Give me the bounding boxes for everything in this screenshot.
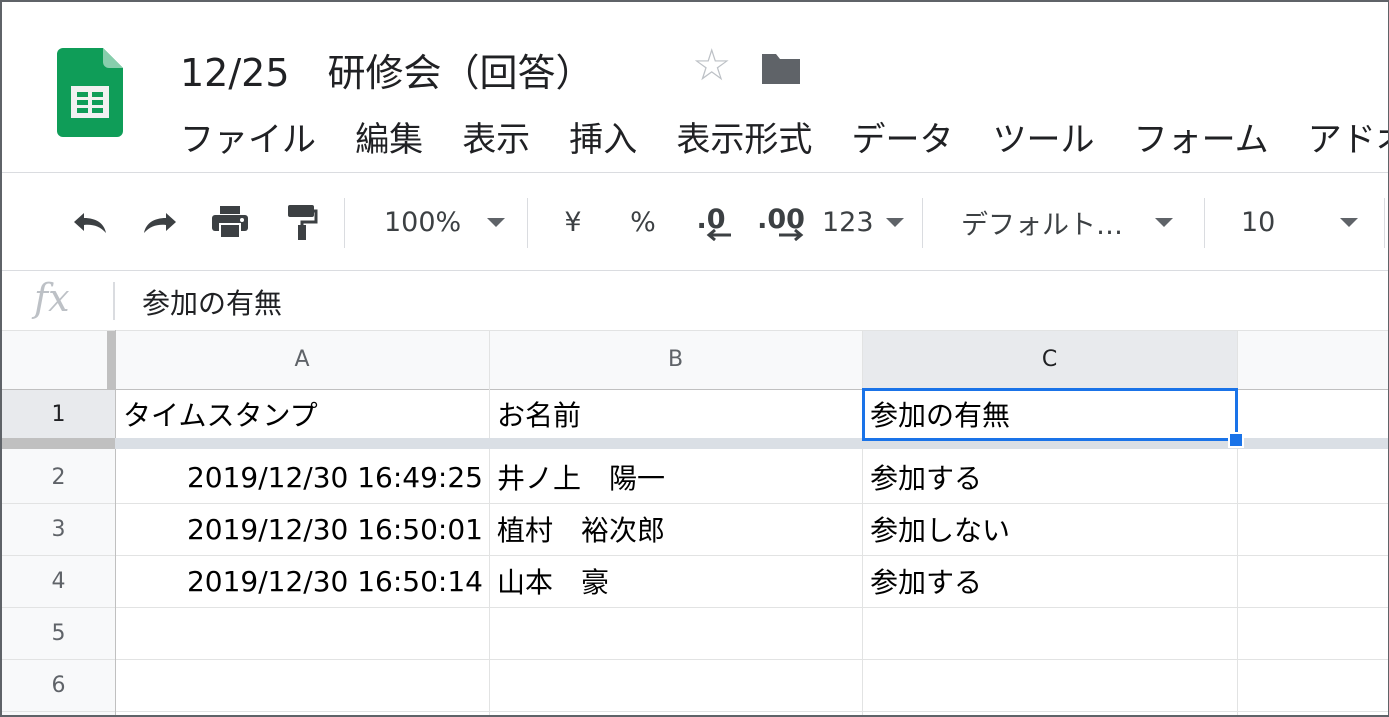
zoom-select[interactable]: 100% (372, 192, 517, 252)
menu-form[interactable]: フォーム (1134, 112, 1269, 161)
paint-format-button[interactable] (274, 192, 326, 252)
cell-a1[interactable]: タイムスタンプ (115, 389, 489, 439)
grid-line (2, 711, 1388, 712)
cell-c4[interactable]: 参加する (862, 555, 1237, 607)
star-icon[interactable]: ☆ (692, 44, 731, 88)
column-header-c[interactable]: C (862, 330, 1237, 389)
increase-decimal-button[interactable]: .00 (752, 192, 810, 252)
spreadsheet-grid: A B C 1 2 3 4 5 6 タイムスタンプ お名前 参加の有無 2019… (2, 330, 1388, 715)
row-header-4[interactable]: 4 (2, 555, 115, 607)
toolbar-separator (1204, 198, 1205, 248)
column-header-a[interactable]: A (115, 330, 489, 389)
cell-c3[interactable]: 参加しない (862, 503, 1237, 555)
toolbar-separator (344, 198, 345, 248)
cell-c2[interactable]: 参加する (862, 451, 1237, 503)
select-all-corner[interactable] (2, 330, 115, 389)
cell-b4[interactable]: 山本 豪 (489, 555, 862, 607)
formula-input[interactable]: 参加の有無 (142, 282, 282, 322)
undo-button[interactable] (64, 192, 116, 252)
redo-button[interactable] (134, 192, 186, 252)
row-header-2[interactable]: 2 (2, 451, 115, 503)
cell-b2[interactable]: 井ノ上 陽一 (489, 451, 862, 503)
cell-b1[interactable]: お名前 (489, 389, 862, 439)
currency-label: ¥ (564, 206, 582, 238)
divider (2, 172, 1388, 173)
zoom-value: 100% (384, 206, 462, 238)
column-header-b[interactable]: B (489, 330, 862, 389)
sheets-logo-icon[interactable] (57, 48, 123, 137)
chevron-down-icon (1340, 217, 1358, 227)
currency-button[interactable]: ¥ (550, 192, 596, 252)
row-header-1[interactable]: 1 (2, 389, 115, 439)
cell-a2[interactable]: 2019/12/30 16:49:25 (115, 451, 489, 503)
row-header-3[interactable]: 3 (2, 503, 115, 555)
toolbar: 100% ¥ % .0 .00 123 デフォルト… 10 (2, 192, 1388, 252)
cell-a4[interactable]: 2019/12/30 16:50:14 (115, 555, 489, 607)
cell-a3[interactable]: 2019/12/30 16:50:01 (115, 503, 489, 555)
font-family-select[interactable]: デフォルト… (947, 192, 1187, 252)
menu-file[interactable]: ファイル (180, 112, 316, 161)
paint-format-icon (288, 205, 318, 240)
font-size-value: 10 (1241, 206, 1276, 238)
percent-label: % (630, 206, 656, 238)
folder-icon[interactable] (760, 52, 802, 86)
divider (113, 282, 115, 320)
arrow-left-icon (706, 228, 731, 241)
chevron-down-icon (1155, 217, 1173, 227)
row-header-6[interactable]: 6 (2, 659, 115, 711)
divider (2, 270, 1388, 271)
number-format-select[interactable]: 123 (822, 192, 904, 252)
chevron-down-icon (487, 217, 505, 227)
menu-addons[interactable]: アドオ (1308, 112, 1388, 161)
toolbar-separator (527, 198, 528, 248)
percent-button[interactable]: % (620, 192, 666, 252)
fx-icon: fx (34, 276, 70, 320)
menu-data[interactable]: データ (851, 112, 953, 161)
row-header-5[interactable]: 5 (2, 607, 115, 659)
menu-edit[interactable]: 編集 (355, 112, 423, 161)
fill-handle[interactable] (1228, 432, 1244, 448)
freeze-column-handle[interactable] (107, 330, 115, 389)
grid-line (1237, 330, 1238, 715)
menu-insert[interactable]: 挿入 (569, 112, 637, 161)
arrow-right-icon (779, 228, 804, 241)
menu-format[interactable]: 表示形式 (676, 112, 812, 161)
decrease-decimal-button[interactable]: .0 (686, 192, 736, 252)
grid-line (2, 607, 1388, 608)
menu-view[interactable]: 表示 (462, 112, 530, 161)
cell-b3[interactable]: 植村 裕次郎 (489, 503, 862, 555)
menu-bar: ファイル 編集 表示 挿入 表示形式 データ ツール フォーム アドオ (180, 112, 1388, 162)
toolbar-separator (922, 198, 923, 248)
freeze-row-divider[interactable] (2, 438, 1388, 449)
undo-icon (74, 213, 106, 233)
grid-line (2, 659, 1388, 660)
number-format-label: 123 (822, 206, 874, 238)
font-size-select[interactable]: 10 (1227, 192, 1372, 252)
app-window: 12/25 研修会（回答） ☆ ファイル 編集 表示 挿入 表示形式 データ ツ… (0, 0, 1389, 717)
freeze-row-handle[interactable] (2, 438, 115, 449)
chevron-down-icon (886, 217, 904, 227)
print-button[interactable] (204, 192, 256, 252)
cell-c1[interactable]: 参加の有無 (862, 389, 1237, 439)
print-icon (212, 206, 248, 239)
font-family-value: デフォルト… (961, 209, 1123, 241)
menu-tools[interactable]: ツール (993, 112, 1095, 161)
toolbar-separator (1384, 198, 1385, 248)
redo-icon (144, 213, 176, 233)
document-title[interactable]: 12/25 研修会（回答） (180, 42, 594, 97)
